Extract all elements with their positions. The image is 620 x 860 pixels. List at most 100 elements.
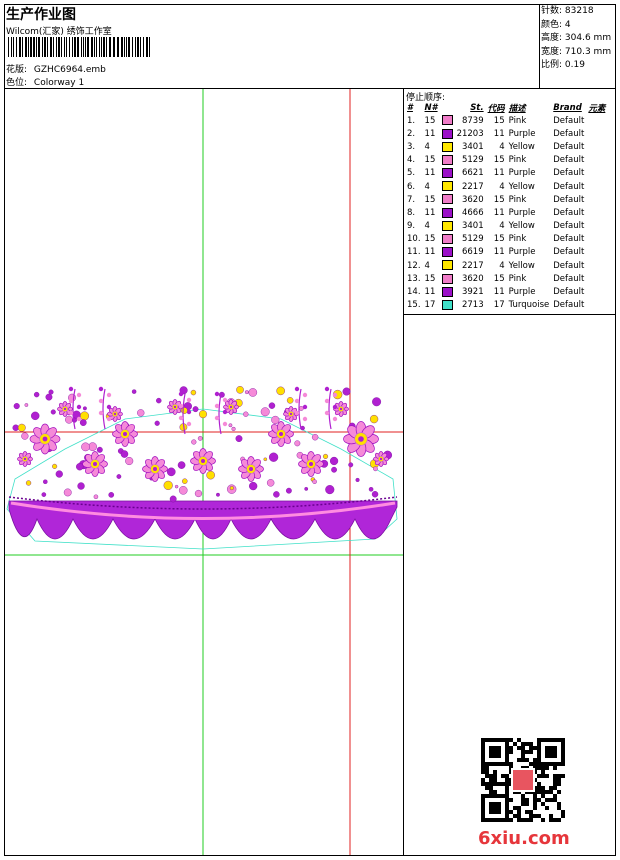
row-code: 11 (493, 168, 505, 179)
page-title: 生产作业图 (6, 7, 76, 23)
studio-name: Wilcom(汇家) 绣饰工作室 (6, 27, 112, 37)
row-code: 15 (493, 194, 505, 205)
colorway-name: Colorway 1 (33, 78, 85, 88)
row-swatch (440, 140, 455, 153)
color-swatch (441, 128, 453, 139)
row-stitches: 3620 (461, 273, 484, 284)
row-code: 15 (493, 273, 505, 284)
row-index: 13. (407, 273, 421, 284)
row-element (586, 167, 607, 180)
row-code: 11 (493, 207, 505, 218)
row-element (586, 259, 607, 272)
col-brand: Brand (553, 102, 582, 113)
col-needle: N# (424, 102, 438, 113)
row-element (586, 220, 607, 233)
row-index: 8. (407, 207, 416, 218)
row-desc: Purple (508, 128, 536, 139)
sequence-divider (403, 314, 616, 315)
row-brand: Default (553, 247, 585, 258)
row-element (586, 233, 607, 246)
row-desc: Pink (508, 115, 527, 126)
row-element (586, 299, 607, 312)
row-desc: Purple (508, 207, 536, 218)
color-swatch (441, 168, 453, 179)
row-brand: Default (553, 115, 585, 126)
row-desc: Pink (508, 194, 527, 205)
row-brand: Default (553, 181, 585, 192)
row-stitches: 2217 (461, 260, 484, 271)
color-swatch (441, 141, 453, 152)
color-swatch (441, 299, 453, 310)
table-header-row: # N# St. 代码 描述 Brand 元素 (405, 101, 607, 114)
row-swatch (440, 127, 455, 140)
col-index: # (407, 102, 413, 113)
row-needle: 11 (424, 128, 436, 139)
row-code: 4 (499, 260, 505, 271)
row-index: 12. (407, 260, 421, 271)
colorway-label: 色位: (6, 78, 28, 88)
row-needle: 15 (424, 273, 436, 284)
row-needle: 17 (424, 300, 436, 311)
row-desc: Purple (508, 287, 536, 298)
table-row: 13. 15 3620 15 Pink Default (405, 272, 607, 285)
file-name: GZHC6964.emb (33, 65, 106, 75)
row-stitches: 2217 (461, 181, 484, 192)
row-index: 4. (407, 155, 416, 166)
row-element (586, 206, 607, 219)
table-row: 15. 17 2713 17 Turquoise Default (405, 299, 607, 312)
row-element (586, 272, 607, 285)
row-brand: Default (553, 273, 585, 284)
stop-sequence-table: # N# St. 代码 描述 Brand 元素 1. 15 8739 15 Pink De… (405, 101, 607, 312)
row-code: 11 (493, 128, 505, 139)
row-swatch (440, 246, 455, 259)
row-needle: 4 (424, 221, 430, 232)
row-needle: 11 (424, 287, 436, 298)
row-swatch (440, 272, 455, 285)
stat-width: 宽度: 710.3 mm (541, 46, 612, 57)
table-row: 8. 11 4666 11 Purple Default (405, 206, 607, 219)
row-needle: 15 (424, 115, 436, 126)
stats-divider (539, 4, 540, 89)
embroidery-preview (5, 89, 403, 855)
color-swatch (441, 234, 453, 245)
row-desc: Pink (508, 234, 527, 245)
table-row: 6. 4 2217 4 Yellow Default (405, 180, 607, 193)
color-swatch (441, 247, 453, 258)
color-swatch (441, 260, 453, 271)
row-brand: Default (553, 287, 585, 298)
row-swatch (440, 220, 455, 233)
qr-logo-icon (513, 770, 533, 790)
stat-height: 高度: 304.6 mm (541, 33, 612, 43)
row-swatch (440, 206, 455, 219)
row-stitches: 4666 (461, 207, 484, 218)
row-brand: Default (553, 141, 585, 152)
table-row: 2. 11 21203 11 Purple Default (405, 127, 607, 140)
row-element (586, 127, 607, 140)
row-swatch (440, 233, 455, 246)
row-index: 11. (407, 247, 421, 258)
color-swatch (441, 154, 453, 165)
table-row: 12. 4 2217 4 Yellow Default (405, 259, 607, 272)
table-row: 4. 15 5129 15 Pink Default (405, 154, 607, 167)
table-row: 14. 11 3921 11 Purple Default (405, 285, 607, 298)
row-swatch (440, 114, 455, 127)
row-element (586, 114, 607, 127)
row-element (586, 193, 607, 206)
row-index: 15. (407, 300, 421, 311)
row-stitches: 21203 (456, 128, 484, 139)
row-needle: 15 (424, 234, 436, 245)
file-name-line: 花版: GZHC6964.emb (6, 62, 106, 75)
color-swatch (441, 273, 453, 284)
row-stitches: 8739 (461, 115, 484, 126)
row-brand: Default (553, 234, 585, 245)
row-brand: Default (553, 221, 585, 232)
row-brand: Default (553, 155, 585, 166)
row-desc: Yellow (508, 141, 535, 152)
color-swatch (441, 181, 453, 192)
row-stitches: 3921 (461, 287, 484, 298)
row-desc: Pink (508, 155, 527, 166)
row-index: 6. (407, 181, 416, 192)
row-stitches: 2713 (461, 300, 484, 311)
row-swatch (440, 259, 455, 272)
color-swatch (441, 220, 453, 231)
